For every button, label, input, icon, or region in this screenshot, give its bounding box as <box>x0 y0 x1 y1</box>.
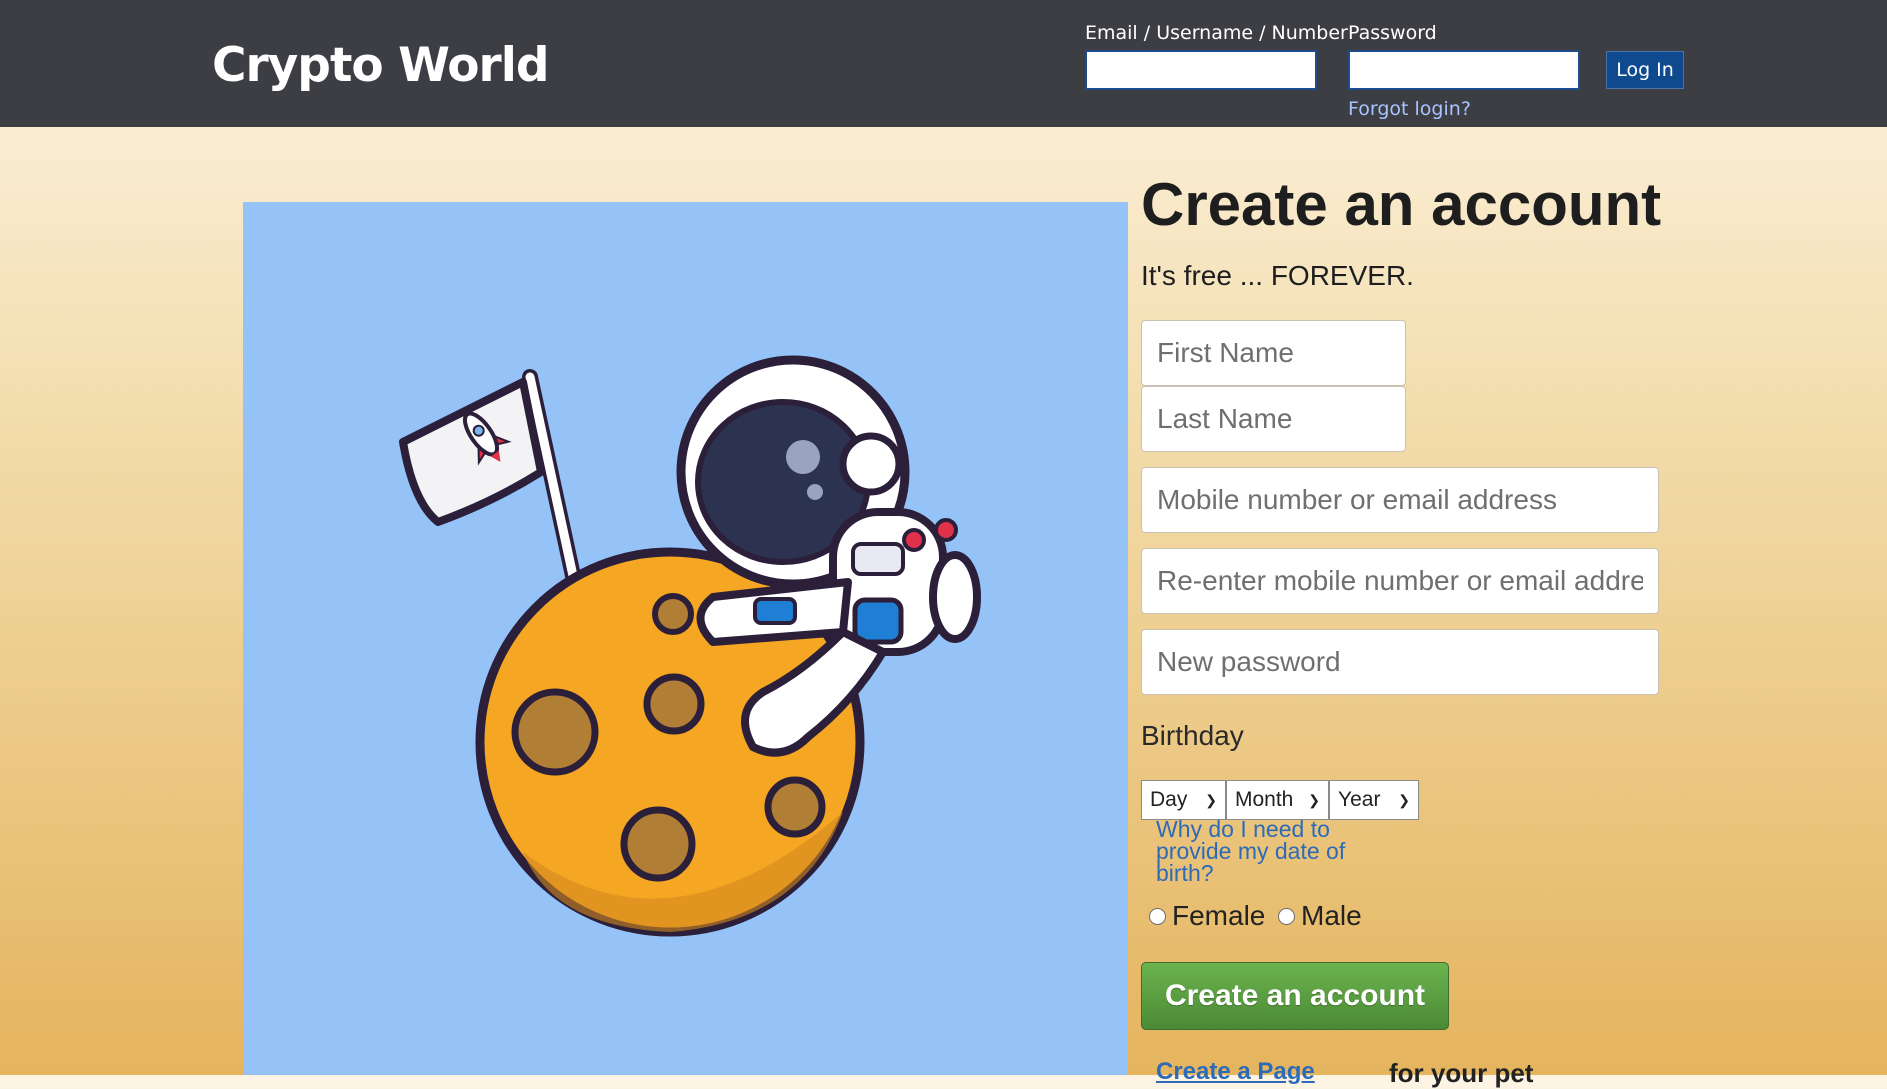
top-navbar: Crypto World Email / Username / Number P… <box>0 0 1887 127</box>
gender-female-option[interactable]: Female <box>1149 900 1265 932</box>
chevron-down-icon: ❯ <box>1205 791 1217 808</box>
female-radio[interactable] <box>1149 907 1166 925</box>
chevron-down-icon: ❯ <box>1398 791 1410 808</box>
contact-confirm-input[interactable] <box>1141 548 1659 614</box>
year-select[interactable]: Year ❯ <box>1329 780 1419 820</box>
male-label: Male <box>1301 900 1362 931</box>
login-email-input[interactable] <box>1085 50 1317 90</box>
astronaut-moon-icon <box>399 355 981 937</box>
day-select[interactable]: Day ❯ <box>1141 780 1226 820</box>
signup-subtitle: It's free ... FOREVER. <box>1141 260 1414 291</box>
why-birthday-link[interactable]: Why do I need to provide my date of birt… <box>1156 818 1371 885</box>
login-password-input[interactable] <box>1348 50 1580 90</box>
create-account-button[interactable]: Create an account <box>1141 962 1449 1030</box>
create-page-suffix: for your pet <box>1389 1058 1534 1088</box>
first-name-input[interactable] <box>1141 320 1406 386</box>
chevron-down-icon: ❯ <box>1308 791 1320 808</box>
month-select-value: Month <box>1235 788 1294 811</box>
gender-male-option[interactable]: Male <box>1278 900 1362 932</box>
month-select[interactable]: Month ❯ <box>1226 780 1329 820</box>
birthday-label: Birthday <box>1141 720 1244 751</box>
female-label: Female <box>1172 900 1266 931</box>
contact-input[interactable] <box>1141 467 1659 533</box>
day-select-value: Day <box>1150 788 1188 811</box>
create-page-link[interactable]: Create a Page <box>1156 1058 1315 1086</box>
email-label: Email / Username / Number <box>1085 22 1348 44</box>
site-logo[interactable]: Crypto World <box>212 38 549 93</box>
year-select-value: Year <box>1338 788 1381 811</box>
male-radio[interactable] <box>1278 907 1295 925</box>
hero-illustration <box>243 202 1128 1075</box>
forgot-login-link[interactable]: Forgot login? <box>1348 98 1471 120</box>
last-name-input[interactable] <box>1141 386 1406 452</box>
login-button[interactable]: Log In <box>1606 51 1684 89</box>
signup-title: Create an account <box>1141 171 1662 238</box>
password-label: Password <box>1348 22 1437 44</box>
new-password-input[interactable] <box>1141 629 1659 695</box>
